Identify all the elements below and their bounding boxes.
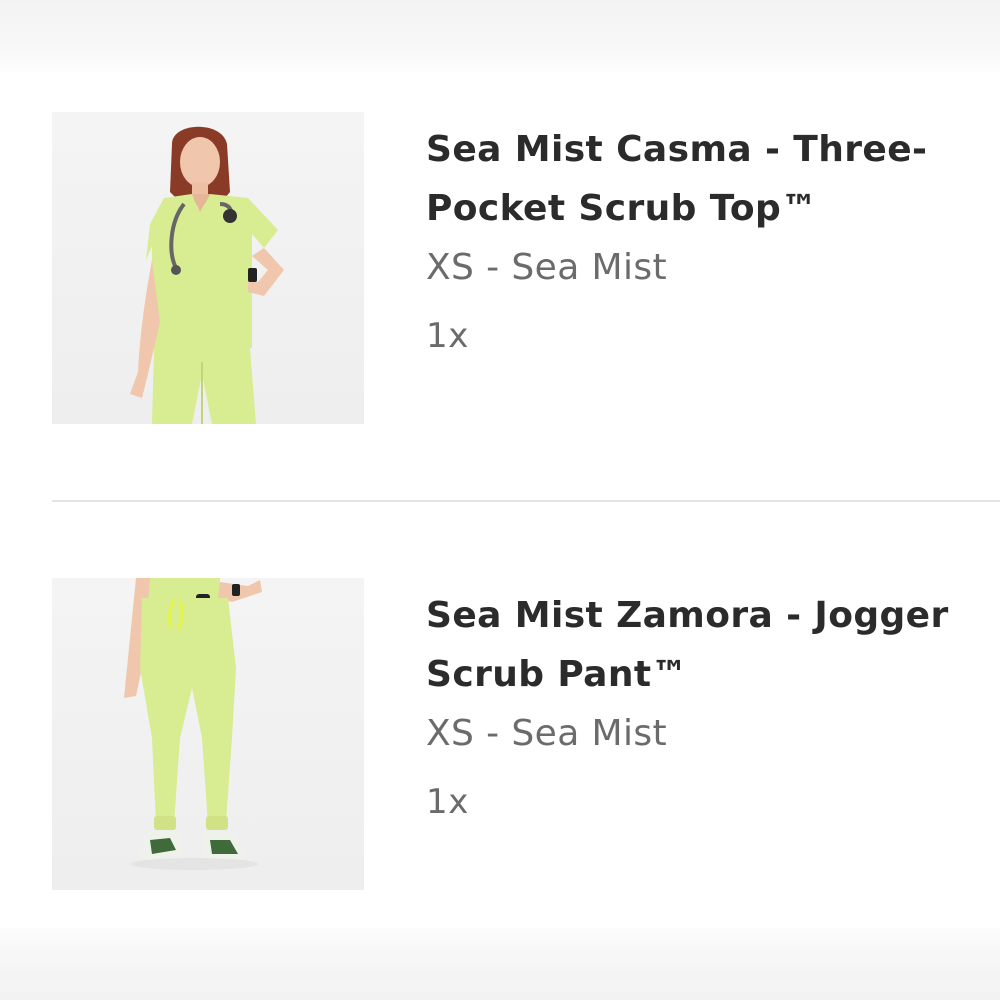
item-info: Sea Mist Zamora - Jogger Scrub Pant™ XS … — [426, 586, 996, 822]
product-title[interactable]: Sea Mist Casma - Three-Pocket Scrub Top™ — [426, 120, 996, 238]
divider — [52, 500, 1000, 502]
product-title[interactable]: Sea Mist Zamora - Jogger Scrub Pant™ — [426, 586, 996, 704]
product-image-jogger-pant[interactable] — [52, 578, 364, 890]
product-variant: XS - Sea Mist — [426, 247, 668, 288]
bottom-edge — [0, 928, 1000, 1000]
cart-item: Sea Mist Casma - Three-Pocket Scrub Top™… — [0, 112, 1000, 424]
cart-item: Sea Mist Zamora - Jogger Scrub Pant™ XS … — [0, 578, 1000, 890]
scrub-top-product-image — [130, 126, 284, 424]
product-image-scrub-top[interactable] — [52, 112, 364, 424]
jogger-pant-product-image — [124, 578, 262, 870]
top-edge — [0, 0, 1000, 72]
item-info: Sea Mist Casma - Three-Pocket Scrub Top™… — [426, 120, 996, 356]
cart-page: Sea Mist Casma - Three-Pocket Scrub Top™… — [0, 0, 1000, 1000]
product-quantity: 1x — [426, 782, 469, 822]
product-quantity: 1x — [426, 316, 469, 356]
product-variant: XS - Sea Mist — [426, 713, 668, 754]
